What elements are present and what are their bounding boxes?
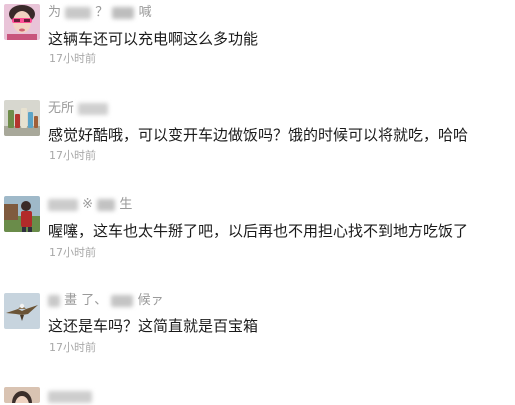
avatar[interactable] bbox=[4, 387, 40, 403]
username[interactable]: 畫 了、 候ァ bbox=[48, 293, 164, 309]
username-mid: 了、 bbox=[81, 293, 108, 308]
username-redacted bbox=[78, 102, 109, 115]
username-redacted bbox=[48, 198, 78, 211]
username-tail: 生 bbox=[119, 197, 133, 212]
username-mid: ？ bbox=[95, 5, 109, 20]
username-tail: 候ァ bbox=[137, 293, 164, 308]
comment-text: 这辆车还可以充电啊这么多功能 bbox=[48, 30, 259, 48]
avatar[interactable] bbox=[4, 293, 40, 329]
portrait-avatar-icon bbox=[4, 387, 40, 403]
comment-text: 这还是车吗？这简直就是百宝箱 bbox=[48, 317, 259, 335]
username-visible: 畫 bbox=[64, 293, 78, 308]
username-redacted bbox=[48, 390, 92, 403]
username[interactable]: ※ 生 bbox=[48, 197, 132, 213]
username-redacted bbox=[112, 6, 135, 19]
username-visible: 无所 bbox=[48, 101, 75, 116]
username[interactable]: 无所 bbox=[48, 101, 109, 117]
comment-text: 喔噻，这车也太牛掰了吧，以后再也不用担心找不到地方吃饭了 bbox=[48, 222, 469, 240]
comment-time: 17小时前 bbox=[49, 246, 96, 259]
eagle-avatar-icon bbox=[4, 293, 40, 329]
avatar[interactable] bbox=[4, 4, 40, 40]
comment-time: 17小时前 bbox=[49, 149, 96, 162]
username-mid: ※ bbox=[82, 197, 94, 212]
username-redacted bbox=[111, 294, 134, 307]
person-outdoors-avatar-icon bbox=[4, 196, 40, 232]
avatar[interactable] bbox=[4, 100, 40, 136]
bottles-avatar-icon bbox=[4, 100, 40, 136]
username-redacted bbox=[65, 6, 92, 19]
username-tail: 喊 bbox=[138, 5, 152, 20]
username-visible: 为 bbox=[48, 5, 62, 20]
avatar[interactable] bbox=[4, 196, 40, 232]
comment-feed: 为 ？ 喊 这辆车还可以充电啊这么多功能 17小时前 无所 感觉好酷哦，可以变开… bbox=[0, 0, 515, 403]
woman-avatar-icon bbox=[4, 4, 40, 40]
username[interactable]: 为 ？ 喊 bbox=[48, 5, 152, 21]
username-redacted bbox=[97, 198, 116, 211]
username-redacted bbox=[48, 294, 60, 307]
comment-time: 17小时前 bbox=[49, 52, 96, 65]
comment-time: 17小时前 bbox=[49, 341, 96, 354]
comment-text: 感觉好酷哦，可以变开车边做饭吗？饿的时候可以将就吃，哈哈 bbox=[48, 126, 469, 144]
